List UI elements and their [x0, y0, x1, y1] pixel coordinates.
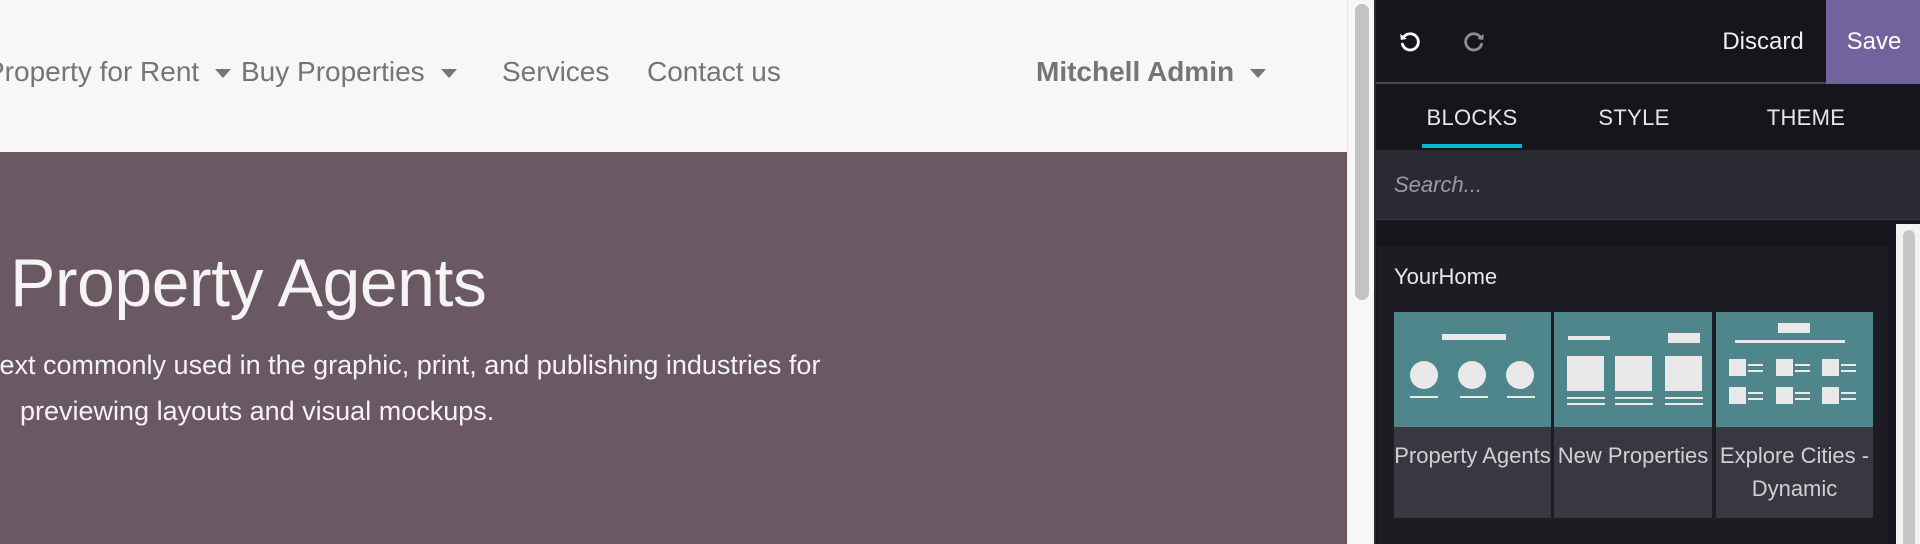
nav-item-contact-us[interactable]: Contact us [647, 56, 781, 88]
search-input[interactable] [1376, 150, 1920, 219]
save-button[interactable]: Save [1826, 0, 1920, 84]
snippet-thumbnail [1716, 312, 1873, 427]
redo-button[interactable] [1456, 24, 1492, 60]
undo-icon [1400, 32, 1420, 52]
nav-item-label: Property for Rent [0, 56, 200, 87]
editor-tabs: BLOCKS STYLE THEME [1376, 86, 1920, 150]
caret-down-icon [440, 68, 457, 78]
caret-down-icon [215, 68, 232, 78]
user-menu[interactable]: Mitchell Admin [1036, 56, 1267, 88]
nav-item-buy-properties[interactable]: Buy Properties [241, 56, 457, 88]
snippet-property-agents[interactable]: Property Agents [1394, 312, 1551, 518]
hero-title: Property Agents [10, 245, 487, 321]
snippet-label: New Properties [1554, 427, 1712, 518]
redo-icon [1464, 32, 1484, 52]
panel-scrollbar[interactable] [1896, 224, 1920, 544]
user-name: Mitchell Admin [1036, 56, 1235, 87]
nav-item-label: Services [502, 56, 610, 87]
snippet-thumbnail [1394, 312, 1551, 427]
snippet-label: Explore Cities - Dynamic [1716, 427, 1873, 518]
page-scrollbar-thumb[interactable] [1355, 4, 1369, 300]
caret-down-icon [1250, 68, 1267, 78]
snippet-group-title: YourHome [1394, 264, 1498, 289]
site-navbar: Property for Rent Buy Properties Service… [0, 0, 1347, 152]
editor-toolbar: Discard Save [1376, 0, 1920, 84]
website-preview: Property for Rent Buy Properties Service… [0, 0, 1347, 544]
page-scrollbar[interactable] [1347, 0, 1374, 544]
snippet-explore-cities-dynamic[interactable]: Explore Cities - Dynamic [1716, 312, 1873, 518]
undo-button[interactable] [1392, 24, 1428, 60]
three-cards-layout-icon [1567, 333, 1703, 405]
panel-scrollbar-thumb[interactable] [1903, 230, 1915, 544]
tab-style[interactable]: STYLE [1586, 86, 1682, 150]
snippet-new-properties[interactable]: New Properties [1554, 312, 1712, 518]
discard-button[interactable]: Discard [1706, 0, 1820, 84]
nav-item-label: Buy Properties [241, 56, 425, 87]
snippet-search [1376, 150, 1920, 220]
snippets-list: YourHome Property Agents New Properties … [1378, 246, 1888, 544]
nav-item-services[interactable]: Services [502, 56, 609, 88]
grid-list-layout-icon [1729, 323, 1856, 404]
snippet-label: Property Agents [1394, 427, 1551, 518]
hero-description-line: previewing layouts and visual mockups. [20, 396, 495, 426]
three-circles-layout-icon [1410, 334, 1535, 398]
hero-section[interactable]: Property Agents text commonly used in th… [0, 152, 1347, 544]
tab-blocks[interactable]: BLOCKS [1422, 86, 1522, 150]
nav-item-property-for-rent[interactable]: Property for Rent [0, 56, 232, 88]
hero-description-line: text commonly used in the graphic, print… [0, 350, 821, 380]
snippet-thumbnail [1554, 312, 1712, 427]
tab-theme[interactable]: THEME [1754, 86, 1858, 150]
website-editor-panel: Discard Save BLOCKS STYLE THEME YourHome [1374, 0, 1920, 544]
nav-item-label: Contact us [647, 56, 781, 87]
